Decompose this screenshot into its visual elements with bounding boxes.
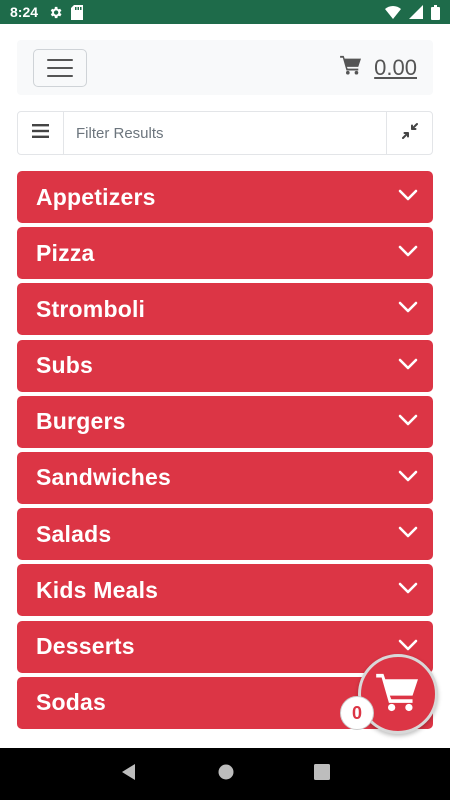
chevron-down-icon — [398, 244, 418, 262]
cart-summary[interactable]: 0.00 — [340, 55, 417, 81]
filter-input[interactable] — [64, 112, 386, 154]
cart-total-link[interactable]: 0.00 — [374, 55, 417, 81]
cart-icon — [340, 55, 362, 80]
gear-icon — [48, 5, 63, 20]
chevron-down-icon — [398, 525, 418, 543]
collapse-all-button[interactable] — [386, 112, 432, 154]
battery-icon — [431, 4, 440, 20]
chevron-down-icon — [398, 300, 418, 318]
menu-toggle-button[interactable] — [33, 48, 87, 87]
app-header: 0.00 — [17, 40, 433, 95]
category-label: Sandwiches — [36, 464, 171, 491]
category-stromboli[interactable]: Stromboli — [17, 283, 433, 336]
chevron-down-icon — [398, 581, 418, 599]
chevron-down-icon — [398, 469, 418, 487]
chevron-down-icon — [398, 357, 418, 375]
category-label: Desserts — [36, 633, 135, 659]
category-subs[interactable]: Subs — [17, 339, 433, 392]
recents-icon[interactable] — [314, 763, 330, 785]
category-label: Salads — [36, 520, 112, 547]
list-icon — [32, 123, 49, 143]
category-appetizers[interactable]: Appetizers — [17, 171, 433, 223]
chevron-down-icon — [398, 413, 418, 431]
category-label: Burgers — [36, 408, 126, 435]
category-kids-meals[interactable]: Kids Meals — [17, 564, 433, 617]
category-label: Stromboli — [36, 295, 146, 322]
category-salads[interactable]: Salads — [17, 508, 433, 561]
category-burgers[interactable]: Burgers — [17, 395, 433, 448]
filter-bar — [17, 111, 433, 155]
category-label: Kids Meals — [36, 576, 159, 603]
back-icon[interactable] — [120, 763, 138, 786]
compress-icon — [401, 122, 419, 145]
category-label: Pizza — [36, 239, 95, 266]
chevron-down-icon — [398, 188, 418, 206]
status-time: 8:24 — [10, 4, 39, 20]
category-label: Appetizers — [36, 183, 156, 210]
hamburger-icon — [47, 58, 73, 61]
filter-menu-button[interactable] — [18, 112, 64, 154]
category-label: Subs — [36, 352, 94, 379]
category-label: Sodas — [36, 689, 107, 716]
category-pizza[interactable]: Pizza — [17, 227, 433, 280]
system-nav-bar — [0, 748, 450, 800]
signal-icon — [409, 5, 423, 19]
category-list: Appetizers Pizza Stromboli Subs Burgers … — [17, 171, 433, 733]
status-bar: 8:24 — [0, 0, 450, 24]
cart-count-badge: 0 — [340, 696, 374, 730]
chevron-down-icon — [398, 638, 418, 656]
category-sandwiches[interactable]: Sandwiches — [17, 451, 433, 504]
home-icon[interactable] — [218, 764, 234, 785]
cart-icon — [376, 672, 420, 717]
wifi-icon — [385, 5, 401, 19]
sd-card-icon — [71, 4, 84, 20]
